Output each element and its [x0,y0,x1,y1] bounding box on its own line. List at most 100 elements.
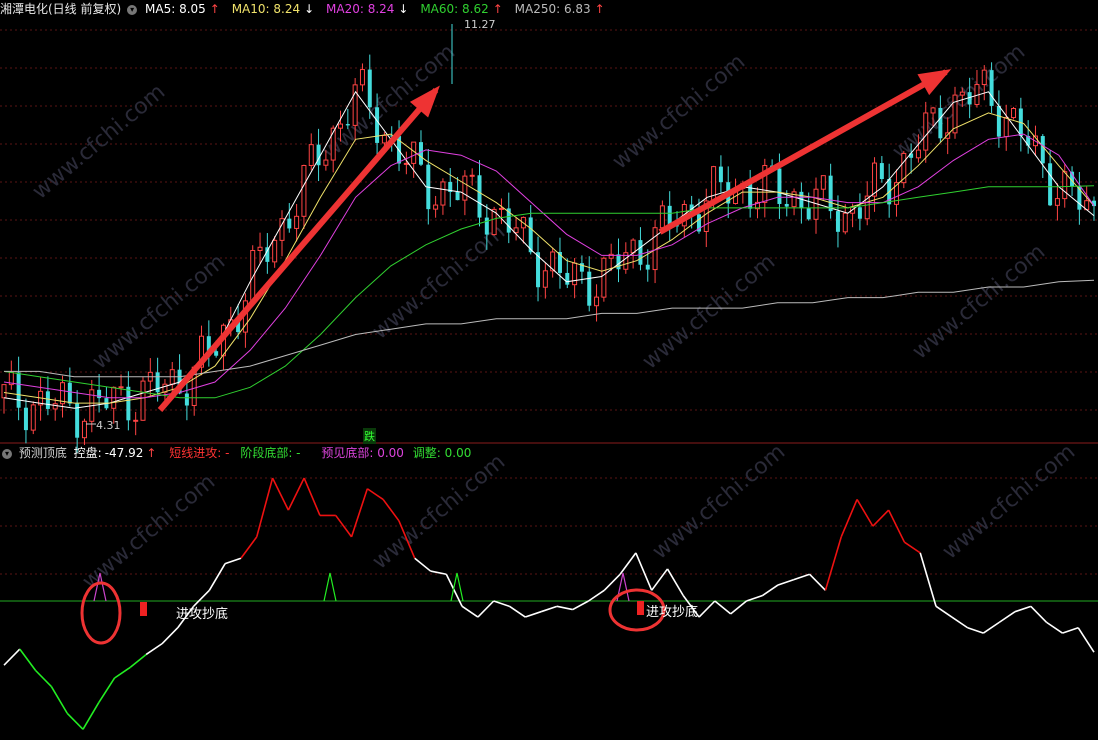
stage-bottom: 阶段底部: - [240,446,301,460]
oscillator-segment [856,499,874,527]
candle-body [257,246,263,252]
oscillator-segment [255,477,274,538]
oscillator-segment [1030,605,1048,623]
oscillator-segment [998,611,1016,624]
annotation-attack-2: 进攻抄底 [646,605,699,620]
candle-body [1011,107,1017,119]
candle-body [214,351,219,356]
candle-body [338,123,344,129]
candle-body [498,207,504,210]
oscillator-segment [919,552,937,607]
candle-body [484,217,489,235]
oscillator-segment [619,552,637,575]
oscillator-segment [982,621,1000,634]
control-value: -47.92 [104,446,144,460]
candle-body [572,262,578,286]
oscillator-segment [3,648,21,666]
trend-arrow-shaft [157,88,439,412]
adjust: 调整: 0.00 [412,446,472,460]
candle-body [989,70,994,106]
oscillator-segment [1077,627,1095,653]
candle-body [587,271,592,306]
candle-body [601,257,607,298]
candle-body [565,272,570,285]
oscillator-segment [477,600,495,618]
oscillator-segment [572,600,589,611]
oscillator-segment [82,702,100,730]
watermark-text: www.cfchi.com [888,39,1030,164]
indicator-settings-icon[interactable]: ▾ [2,448,12,459]
candle-body [287,218,292,229]
oscillator-segment [114,666,131,679]
oscillator-segment [240,536,258,559]
candle-body [842,212,848,233]
oscillator-segment [1062,626,1079,634]
chart-canvas[interactable]: www.cfchi.com www.cfchi.com www.cfchi.com w… [0,0,1098,740]
candle-body [1,384,7,399]
trend-arrow-head [917,69,952,96]
oscillator-segment [129,653,147,668]
candle-body [718,166,723,183]
candle-body [462,175,468,201]
oscillator-segment [872,509,890,527]
candle-body [126,386,131,421]
oscillator-segment [350,488,369,538]
candle-body [30,404,36,431]
candle-body [60,382,66,405]
candle-body [659,205,665,229]
watermark-text: www.cfchi.com [908,239,1050,364]
oscillator-segment [761,584,779,597]
candle-body [250,250,256,302]
oscillator-segment [698,600,716,618]
oscillator-segment [366,488,384,501]
candle-body [294,215,300,229]
oscillator-segment [66,712,84,730]
oscillator-segment [777,578,795,586]
candle-body [820,175,826,190]
indicator-name: 预测顶底 [18,446,67,460]
candle-body [433,204,439,210]
oscillator-segment [287,477,305,511]
attack-marker [140,602,147,616]
highlight-circle [80,581,122,645]
candle-body [996,105,1001,137]
annotation-attack-1: 进攻抄底 [176,607,229,622]
candle-body [784,203,789,207]
oscillator-segment [145,643,163,656]
candle-body [367,69,372,108]
watermark-text: www.cfchi.com [368,449,510,574]
candle-body [938,107,943,139]
candle-body [930,107,936,114]
candle-body [594,296,600,307]
candle-body [67,382,72,404]
oscillator-segment [493,600,510,608]
oscillator-segment [271,477,290,511]
oscillator-segment [208,563,226,591]
candle-body [1040,136,1045,164]
oscillator-segment [809,573,827,591]
oscillator-segment [445,573,463,607]
candle-body [959,91,965,96]
candle-body [835,211,840,232]
oscillator-segment [50,686,68,714]
candle-body [140,380,146,421]
oscillator-segment [951,616,969,629]
indicator-header: ▾ 预测顶底 控盘: -47.92 ↑ 短线进攻: - 阶段底部: - 预见底部: … [0,444,474,460]
oscillator-segment [714,600,732,615]
watermark-text: www.cfchi.com [638,249,780,374]
candle-body [542,270,548,288]
candle-body [1054,198,1060,206]
oscillator-segment [382,498,400,522]
candle-body [1048,163,1053,206]
candle-body [75,403,80,438]
candle-body [272,239,278,263]
candle-body [828,175,833,212]
oscillator-segment [161,627,179,645]
candle-body [777,168,782,204]
candle-body [16,372,21,408]
candle-body [645,264,650,270]
candle-body [923,112,929,151]
control-label: 控盘: [73,446,102,460]
candle-body [301,164,307,217]
candle-body [872,162,878,197]
